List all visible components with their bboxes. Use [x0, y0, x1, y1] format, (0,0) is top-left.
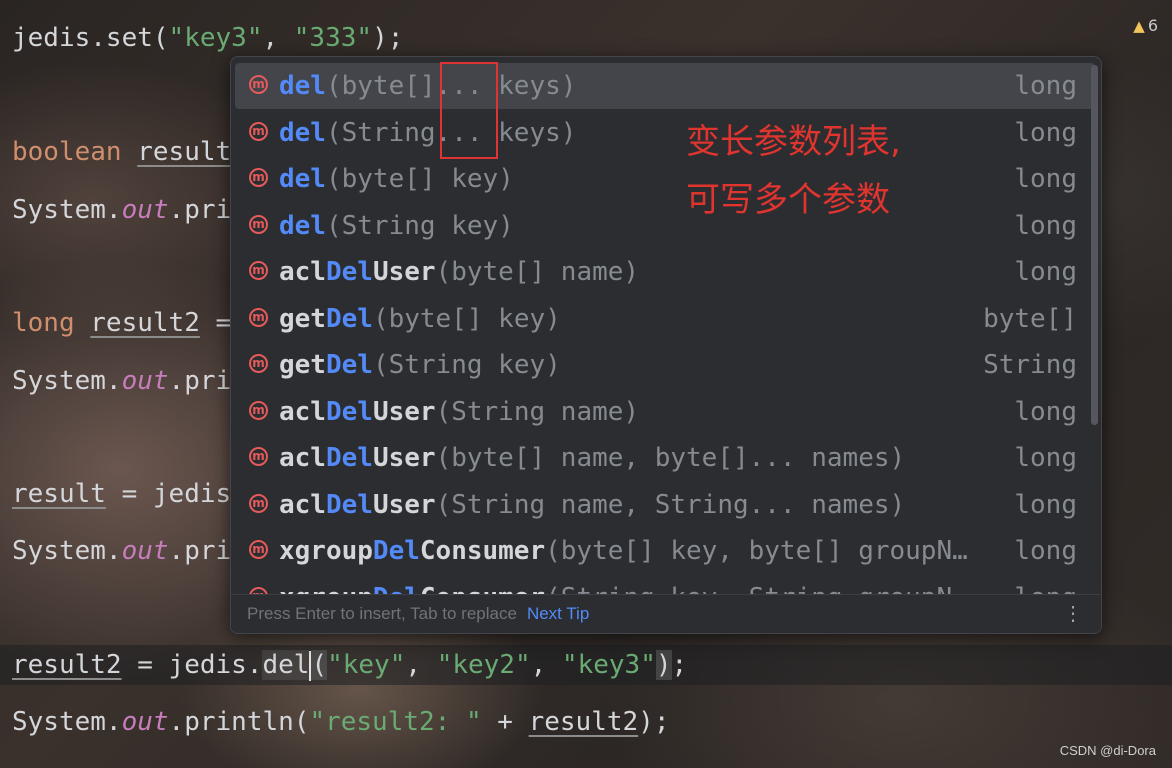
completion-signature: xgroupDelConsumer(byte[] key, byte[] gro… — [279, 536, 968, 566]
return-type: long — [1014, 210, 1077, 241]
completion-item[interactable]: mxgroupDelConsumer(String key, String gr… — [235, 575, 1095, 596]
method-icon: m — [249, 493, 268, 513]
watermark: CSDN @di-Dora — [1059, 743, 1156, 758]
warning-icon: ▲ — [1133, 17, 1145, 35]
code-line-2: boolean result — [12, 137, 232, 167]
method-icon: m — [249, 354, 268, 373]
footer-hint: Press Enter to insert, Tab to replace — [247, 604, 517, 623]
completion-item[interactable]: m aclDelUser(String name) long — [235, 389, 1095, 435]
code-line-4: long result2 = — [12, 308, 232, 338]
completion-item[interactable]: m aclDelUser(byte[] name, byte[]... names… — [235, 435, 1095, 481]
completion-signature: aclDelUser(byte[] name, byte[]... names) — [279, 443, 906, 473]
return-type: long — [1014, 117, 1077, 148]
completion-item[interactable]: m del(byte[]... keys) long — [235, 63, 1095, 109]
code-line-7: System.out.pri — [12, 536, 232, 566]
method-icon: m — [249, 307, 268, 327]
completion-item[interactable]: m xgroupDelConsumer(byte[] key, byte[] gr… — [235, 528, 1095, 574]
code-line-1: jedis.set("key3", "333"); — [12, 23, 404, 53]
completion-signature: aclDelUser(String name) — [279, 396, 640, 427]
return-type: String — [983, 350, 1077, 380]
method-icon: m — [249, 214, 268, 234]
method-call: del — [262, 650, 310, 680]
completion-signature: del(byte[]... keys) — [279, 71, 577, 101]
completion-item[interactable]: m del(byte[] key) long — [235, 156, 1095, 202]
warnings-indicator[interactable]: ▲ 6 — [1133, 16, 1158, 35]
annotation-line-1: 变长参数列表, — [686, 122, 901, 162]
completion-scrollbar[interactable] — [1091, 65, 1098, 425]
code-line-3: System.out.pri — [12, 195, 232, 225]
method-icon: m — [249, 168, 268, 187]
annotation-line-2: 可写多个参数 — [686, 180, 890, 220]
return-type: long — [1014, 257, 1077, 287]
completion-signature: del(String key) — [279, 210, 514, 241]
next-tip-link[interactable]: Next Tip — [527, 604, 589, 623]
method-icon: m — [249, 261, 268, 280]
return-type: long — [1014, 489, 1077, 520]
completion-signature: aclDelUser(String name, String... names) — [279, 489, 906, 520]
completion-signature: aclDelUser(byte[] name) — [279, 257, 640, 287]
completion-item[interactable]: m del(String... keys) long — [235, 110, 1095, 156]
method-icon: m — [249, 121, 268, 141]
method-icon: m — [249, 400, 268, 420]
return-type: long — [1014, 396, 1077, 427]
varargs-highlight-box — [440, 62, 498, 159]
completion-item[interactable]: m del(String key) long — [235, 203, 1095, 249]
completion-item[interactable]: m aclDelUser(String name, String... names… — [235, 482, 1095, 528]
completion-popup[interactable]: m del(byte[]... keys) long m del(String... k… — [230, 56, 1102, 634]
completion-signature: getDel(byte[] key) — [279, 303, 561, 334]
return-type: long — [1014, 71, 1077, 101]
completion-signature: xgroupDelConsumer(String key, String gro… — [279, 575, 968, 596]
code-line-9: System.out.println("result2: " + result2… — [12, 707, 670, 737]
code-line-5: System.out.pri — [12, 366, 232, 396]
more-options-icon[interactable]: ⋮ — [1063, 595, 1083, 633]
completion-item[interactable]: m getDel(String key) String — [235, 342, 1095, 388]
method-icon: m — [249, 447, 268, 466]
return-type: long — [1014, 536, 1077, 566]
completion-footer: Press Enter to insert, Tab to replace Nex… — [231, 594, 1101, 633]
return-type: byte[] — [983, 303, 1077, 334]
return-type: long — [1014, 443, 1077, 473]
completion-item[interactable]: m aclDelUser(byte[] name) long — [235, 249, 1095, 295]
completion-list[interactable]: m del(byte[]... keys) long m del(String... k… — [231, 57, 1101, 595]
method-icon: m — [249, 75, 268, 94]
return-type: long — [1014, 164, 1077, 194]
return-type: long — [1014, 575, 1077, 596]
completion-signature: getDel(String key) — [279, 350, 561, 380]
completion-item[interactable]: m getDel(byte[] key) byte[] — [235, 296, 1095, 342]
code-line-6: result = jedis — [12, 479, 232, 509]
code-line-8-current[interactable]: result2 = jedis.del("key", "key2", "key3… — [0, 645, 1172, 685]
completion-signature: del(byte[] key) — [279, 164, 514, 194]
method-icon: m — [249, 540, 268, 559]
completion-signature: del(String... keys) — [279, 117, 577, 148]
